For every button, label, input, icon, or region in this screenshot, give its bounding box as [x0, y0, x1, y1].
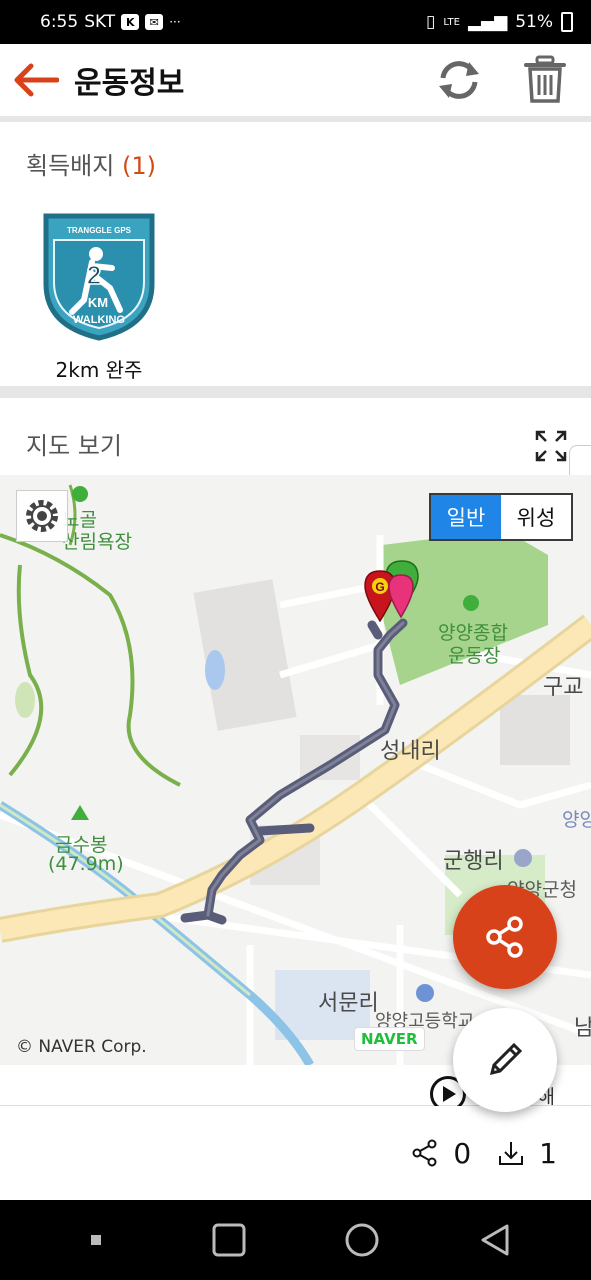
map-label-peak-height: (47.9m)	[48, 853, 124, 875]
refresh-button[interactable]	[435, 54, 483, 106]
share-count[interactable]: 0	[411, 1137, 471, 1170]
stats-bar: 0 1	[0, 1106, 591, 1200]
notification-icon: K	[121, 14, 140, 30]
system-nav-bar	[0, 1200, 591, 1280]
badge-ribbon: WALKING	[73, 314, 125, 326]
badge-unit: KM	[88, 295, 108, 310]
share-icon	[412, 1139, 437, 1167]
naver-logo[interactable]: NAVER	[354, 1027, 425, 1051]
badge-2km[interactable]: 2 KM TRANGGLE GPS WALKING	[40, 210, 158, 346]
badge-label: 2km 완주	[55, 358, 143, 382]
map-label-seongnae: 성내리	[380, 739, 441, 764]
home-button[interactable]	[337, 1220, 387, 1260]
lte-icon: LTE	[443, 16, 460, 28]
mail-icon: ✉	[145, 14, 164, 30]
battery-icon	[561, 12, 573, 32]
map-type-toggle: 일반 위성	[429, 493, 573, 541]
map-label-seomun: 서문리	[318, 991, 379, 1016]
gear-icon	[26, 500, 58, 532]
map-label-gugyo: 구교	[543, 675, 584, 700]
share-icon	[486, 916, 523, 958]
map-label-forest-2: 산림욕장	[62, 531, 132, 553]
map-header: 지도 보기	[0, 410, 591, 527]
county-office-icon	[514, 849, 532, 867]
share-count-value: 0	[453, 1136, 472, 1170]
download-icon	[499, 1142, 524, 1165]
recent-apps-button[interactable]	[71, 1220, 121, 1260]
forest-poi-icon	[72, 486, 88, 502]
download-count[interactable]: 1	[497, 1137, 557, 1170]
map-copyright: © NAVER Corp.	[16, 1037, 147, 1057]
battery-level: 51%	[515, 12, 553, 32]
status-bar: 6:55 SKT K ✉ ··· ▯ LTE ▂▄▆ 51%	[0, 0, 591, 44]
square-icon	[212, 1223, 246, 1257]
carrier: SKT	[84, 12, 116, 32]
map-label-stadium-2: 운동장	[448, 645, 501, 667]
walking-badge-icon: 2 KM TRANGGLE GPS WALKING	[43, 213, 155, 341]
badge-title-text: 획득배지	[26, 152, 115, 180]
school-icon	[416, 984, 434, 1002]
badge-count: (1)	[121, 152, 156, 180]
pencil-icon	[489, 1042, 523, 1076]
map-section-title: 지도 보기	[26, 432, 122, 460]
signal-icon: ▂▄▆	[467, 12, 508, 32]
delete-button[interactable]	[521, 54, 569, 106]
share-fab[interactable]	[453, 885, 557, 989]
stadium-poi-icon	[463, 595, 479, 611]
recents-icon	[91, 1235, 102, 1245]
back-nav-button[interactable]	[470, 1220, 520, 1260]
map-type-normal[interactable]: 일반	[431, 495, 501, 539]
map-section: 지도 보기 G 노골 산림욕장 양양종합 운동장 구교 성내리 금수봉 (47.…	[0, 410, 591, 1105]
arrow-left-icon	[14, 63, 59, 97]
page-title: 운동정보	[74, 66, 185, 101]
map-label-yangyang: 양양	[562, 809, 591, 831]
map-label-nam: 남	[574, 1016, 591, 1041]
refresh-icon	[439, 61, 479, 99]
expand-icon	[535, 430, 567, 462]
fullscreen-button[interactable]	[535, 430, 567, 462]
clock: 6:55	[40, 12, 79, 32]
triangle-back-icon	[481, 1224, 509, 1256]
home-circle-icon	[345, 1223, 379, 1257]
map-label-gunhaeng: 군행리	[443, 849, 504, 874]
download-count-value: 1	[539, 1136, 557, 1170]
back-button[interactable]	[12, 56, 60, 104]
badge-top-text: TRANGGLE GPS	[67, 226, 132, 235]
vibrate-icon: ▯	[425, 12, 436, 32]
overview-button[interactable]	[204, 1220, 254, 1260]
edit-fab[interactable]	[453, 1008, 557, 1112]
app-bar: 운동정보	[0, 44, 591, 122]
badge-number: 2	[87, 260, 101, 290]
map-settings-button[interactable]	[16, 490, 68, 542]
map-type-satellite[interactable]: 위성	[501, 495, 571, 539]
badge-section: 획득배지 (1) 2 KM TRANGGLE GPS WALKING 2km 완…	[0, 128, 591, 398]
badge-section-title: 획득배지 (1)	[0, 128, 591, 181]
start-marker-label: G	[375, 580, 384, 594]
trash-icon	[524, 55, 566, 103]
more-notifications: ···	[169, 15, 181, 29]
